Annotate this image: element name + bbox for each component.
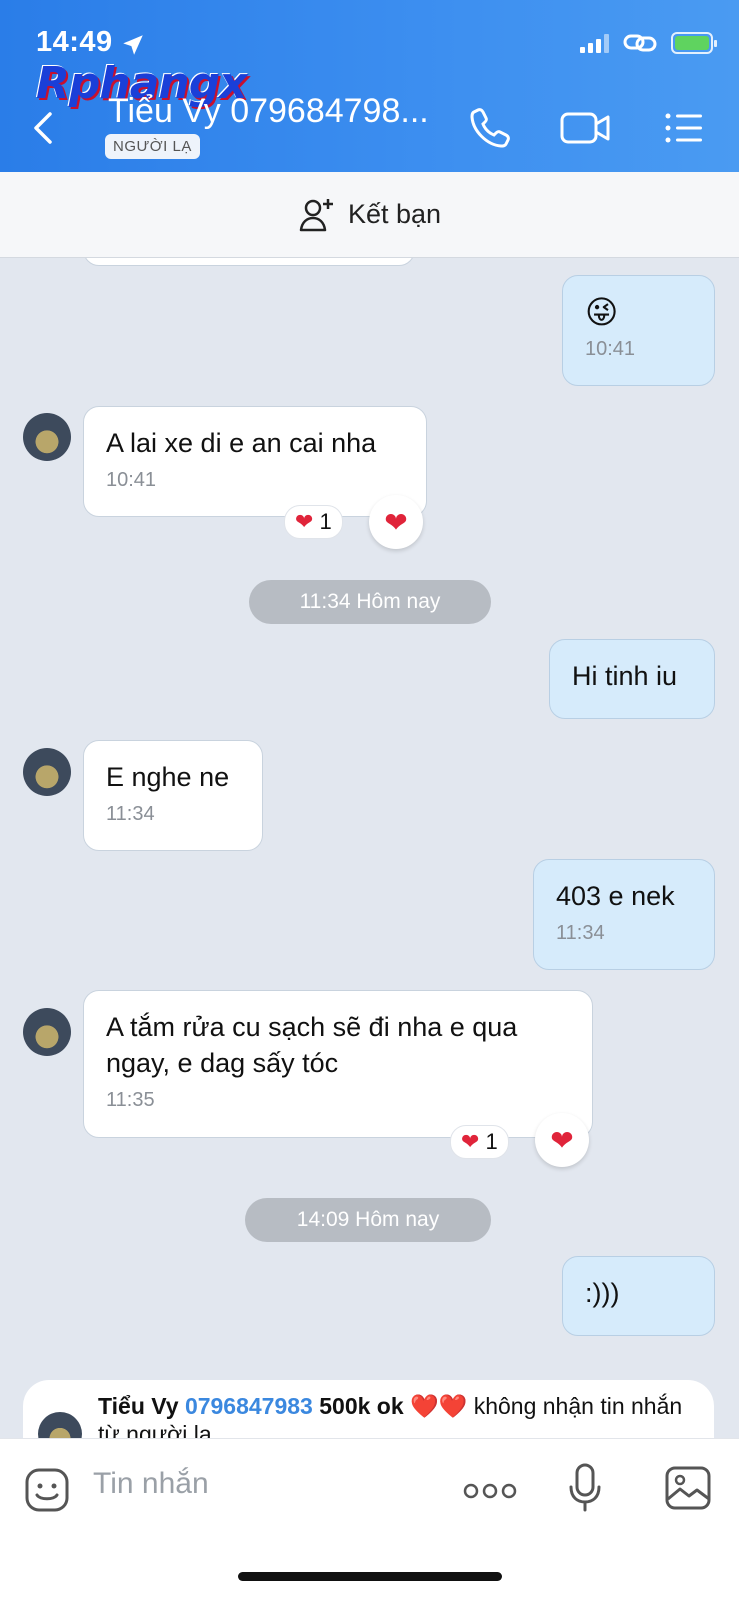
reaction-count-value: 1 [485,1129,498,1154]
add-friend-label: Kết bạn [347,199,442,229]
date-separator: 14:09 Hôm nay [245,1198,491,1242]
preview-name: Tiểu Vy [98,1393,179,1419]
message-text: A tắm rửa cu sạch sẽ đi nha e qua ngay, … [106,1012,518,1078]
heart-icon: ❤ [295,509,314,534]
stranger-badge: NGƯỜI LẠ [105,134,200,159]
message-time: 10:41 [106,469,157,491]
status-icons [580,32,717,54]
message-bubble-incoming[interactable]: A tắm rửa cu sạch sẽ đi nha e qua ngay, … [83,990,593,1138]
reaction-count[interactable]: ❤ 1 [284,505,343,539]
more-options-icon[interactable] [463,1483,517,1499]
message-bubble-incoming[interactable]: A lai xe di e an cai nha 10:41 [83,406,427,517]
contact-title[interactable]: Tiểu Vy 079684798... [108,92,429,131]
message-text: :))) [585,1278,620,1308]
home-indicator [238,1572,502,1581]
message-bubble-outgoing[interactable]: 403 e nek 11:34 [533,859,715,970]
microphone-icon[interactable] [567,1463,603,1513]
link-icon [623,34,657,52]
cellular-signal-icon [580,33,609,53]
partial-message-bubble [83,258,415,266]
message-time: 10:41 [585,338,636,360]
heart-icon: ❤ [461,1129,480,1154]
avatar[interactable] [23,413,71,461]
status-time: 14:49 [36,26,113,58]
message-bubble-incoming[interactable]: E nghe ne 11:34 [83,740,263,851]
avatar[interactable] [23,748,71,796]
react-heart-button[interactable]: ❤ [535,1113,589,1167]
back-arrow-icon[interactable] [28,110,56,146]
reaction-count-value: 1 [319,509,332,534]
message-text: 403 e nek [556,881,675,911]
add-friend-bar[interactable]: Kết bạn [0,172,739,258]
image-gallery-icon[interactable] [664,1465,712,1511]
add-friend-icon [299,198,333,231]
message-time: 11:35 [106,1089,155,1111]
message-bubble-outgoing[interactable]: 😜 10:41 [562,275,715,386]
message-text: A lai xe di e an cai nha [106,428,377,458]
chat-header: 14:49 Rphangx Tiểu Vy 079684798... NGƯỜI… [0,0,739,172]
message-text: E nghe ne [106,762,230,792]
message-bubble-outgoing[interactable]: :))) [562,1256,715,1336]
message-text: Hi tinh iu [572,661,678,691]
sticker-icon[interactable] [24,1467,70,1513]
avatar[interactable] [23,1008,71,1056]
message-bubble-outgoing[interactable]: Hi tinh iu [549,639,715,719]
heart-icon: ❤ [550,1124,574,1156]
react-heart-button[interactable]: ❤ [369,495,423,549]
location-arrow-icon [123,35,143,55]
message-input[interactable]: Tin nhắn [93,1467,209,1501]
date-separator: 11:34 Hôm nay [249,580,491,624]
phone-call-icon[interactable] [466,104,514,152]
message-time: 11:34 [106,803,155,825]
battery-icon [671,32,717,54]
reaction-count[interactable]: ❤ 1 [450,1125,509,1159]
video-call-icon[interactable] [558,104,614,152]
menu-list-icon[interactable] [660,104,708,152]
message-list[interactable]: 😜 10:41 A lai xe di e an cai nha 10:41 ❤… [0,258,739,1438]
message-time: 11:34 [556,922,605,944]
message-text: 😜 [585,294,619,330]
preview-phone-link[interactable]: 0796847983 [185,1393,313,1419]
preview-extra: 500k ok ❤️❤️ [319,1393,468,1419]
heart-icon: ❤ [384,506,408,538]
